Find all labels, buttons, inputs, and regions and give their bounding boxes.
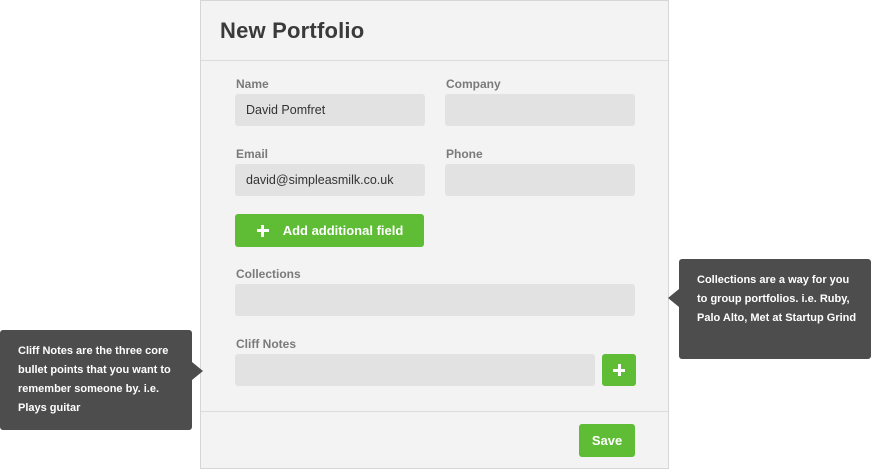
new-portfolio-modal: New Portfolio Name Company Email Phone A… [200, 0, 669, 469]
add-additional-field-button[interactable]: Add additional field [235, 214, 424, 247]
tooltip-arrow [192, 362, 203, 380]
modal-footer: Save [201, 411, 668, 468]
cliff-notes-label: Cliff Notes [236, 337, 296, 351]
collections-label: Collections [236, 267, 301, 281]
name-label: Name [236, 77, 269, 91]
name-field[interactable] [235, 94, 425, 126]
cliff-notes-field[interactable] [235, 354, 595, 386]
modal-header: New Portfolio [201, 1, 668, 61]
cliff-notes-tooltip-text: Cliff Notes are the three core bullet po… [18, 345, 171, 414]
phone-field[interactable] [445, 164, 635, 196]
email-label: Email [236, 147, 269, 161]
modal-body: Name Company Email Phone Add additional … [201, 61, 668, 411]
email-field[interactable] [235, 164, 425, 196]
collections-tooltip: Collections are a way for you to group p… [668, 259, 871, 359]
add-additional-field-label: Add additional field [282, 223, 404, 238]
collections-field[interactable] [235, 284, 635, 316]
cliff-notes-tooltip: Cliff Notes are the three core bullet po… [0, 330, 203, 430]
plus-icon [256, 224, 269, 237]
plus-icon [613, 364, 625, 376]
add-cliff-note-button[interactable] [602, 354, 636, 386]
phone-label: Phone [446, 147, 483, 161]
modal-title: New Portfolio [220, 17, 365, 43]
company-field[interactable] [445, 94, 635, 126]
save-button[interactable]: Save [579, 424, 635, 457]
company-label: Company [446, 77, 501, 91]
tooltip-arrow [668, 289, 679, 307]
collections-tooltip-text: Collections are a way for you to group p… [697, 274, 857, 324]
